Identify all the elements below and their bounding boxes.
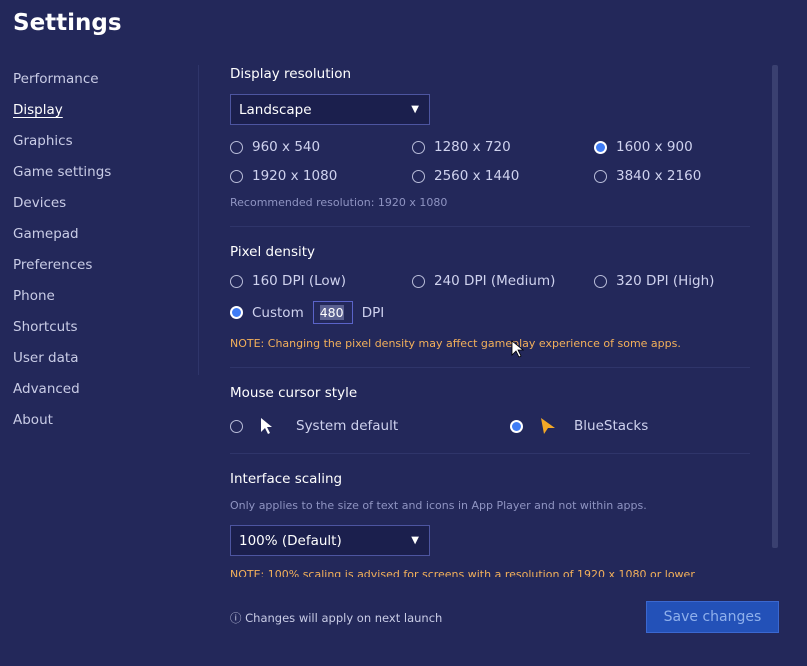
radio-160dpi[interactable]: 160 DPI (Low): [230, 273, 346, 289]
sidebar-item-performance[interactable]: Performance: [13, 71, 111, 102]
section-heading: Interface scaling: [230, 471, 343, 487]
pixel-density-note: NOTE: Changing the pixel density may aff…: [230, 337, 681, 350]
sidebar-item-gamepad[interactable]: Gamepad: [13, 226, 111, 257]
cursor-arrow-icon: [261, 418, 272, 434]
radio-system-default-cursor[interactable]: System default: [230, 417, 398, 435]
sidebar-item-shortcuts[interactable]: Shortcuts: [13, 319, 111, 350]
footer-info-text: Changes will apply on next launch: [245, 611, 443, 625]
chevron-down-icon: ▼: [411, 104, 419, 115]
footer-info: ⓘ Changes will apply on next launch: [230, 610, 442, 626]
sidebar-item-devices[interactable]: Devices: [13, 195, 111, 226]
radio-240dpi[interactable]: 240 DPI (Medium): [412, 273, 555, 289]
sidebar-item-advanced[interactable]: Advanced: [13, 381, 111, 412]
radio-1280x720[interactable]: 1280 x 720: [412, 139, 511, 155]
recommended-resolution: Recommended resolution: 1920 x 1080: [230, 196, 448, 209]
orientation-dropdown[interactable]: Landscape ▼: [230, 94, 430, 125]
divider: [230, 453, 750, 454]
radio-3840x2160[interactable]: 3840 x 2160: [594, 168, 701, 184]
sidebar-item-graphics[interactable]: Graphics: [13, 133, 111, 164]
save-changes-button[interactable]: Save changes: [646, 601, 779, 633]
chevron-down-icon: ▼: [411, 535, 419, 546]
radio-960x540[interactable]: 960 x 540: [230, 139, 320, 155]
bluestacks-cursor-icon: [541, 418, 555, 434]
scrollbar[interactable]: [772, 65, 778, 548]
radio-2560x1440[interactable]: 2560 x 1440: [412, 168, 519, 184]
radio-label: 240 DPI (Medium): [434, 273, 556, 289]
section-heading: Pixel density: [230, 244, 316, 260]
radio-label: System default: [296, 418, 399, 434]
custom-dpi-input[interactable]: 480: [312, 301, 353, 324]
sidebar-item-game-settings[interactable]: Game settings: [13, 164, 111, 195]
info-icon: ⓘ: [230, 611, 242, 625]
radio-bluestacks-cursor[interactable]: BlueStacks: [510, 417, 648, 435]
scaling-note: NOTE: 100% scaling is advised for screen…: [230, 568, 695, 577]
radio-label: 1920 x 1080: [252, 168, 338, 184]
sidebar-item-preferences[interactable]: Preferences: [13, 257, 111, 288]
page-title: Settings: [13, 10, 122, 36]
divider: [198, 65, 199, 375]
section-heading: Mouse cursor style: [230, 385, 358, 401]
scaling-note-clip: NOTE: 100% scaling is advised for screen…: [230, 568, 750, 577]
radio-label: 3840 x 2160: [616, 168, 702, 184]
radio-label: Custom: [252, 304, 304, 321]
radio-1920x1080[interactable]: 1920 x 1080: [230, 168, 337, 184]
dpi-value: 480: [319, 305, 344, 320]
sidebar-item-phone[interactable]: Phone: [13, 288, 111, 319]
dropdown-value: 100% (Default): [239, 533, 342, 549]
radio-label: 2560 x 1440: [434, 168, 520, 184]
radio-label: 1280 x 720: [434, 139, 511, 155]
radio-label: BlueStacks: [574, 418, 649, 434]
sidebar-item-display[interactable]: Display: [13, 102, 111, 133]
dropdown-value: Landscape: [239, 102, 312, 118]
sidebar-item-user-data[interactable]: User data: [13, 350, 111, 381]
divider: [230, 226, 750, 227]
scaling-description: Only applies to the size of text and ico…: [230, 499, 647, 512]
section-heading: Display resolution: [230, 66, 352, 82]
radio-label: 1600 x 900: [616, 139, 693, 155]
sidebar: Performance Display Graphics Game settin…: [13, 71, 111, 443]
scaling-dropdown[interactable]: 100% (Default) ▼: [230, 525, 430, 556]
radio-label: 320 DPI (High): [616, 273, 715, 289]
sidebar-item-about[interactable]: About: [13, 412, 111, 443]
divider: [230, 367, 750, 368]
dpi-unit: DPI: [361, 304, 385, 321]
radio-320dpi[interactable]: 320 DPI (High): [594, 273, 714, 289]
radio-custom-dpi[interactable]: Custom 480 DPI: [230, 301, 384, 324]
mouse-pointer-icon: [511, 340, 525, 358]
radio-label: 960 x 540: [252, 139, 321, 155]
radio-label: 160 DPI (Low): [252, 273, 346, 289]
radio-1600x900[interactable]: 1600 x 900: [594, 139, 693, 155]
